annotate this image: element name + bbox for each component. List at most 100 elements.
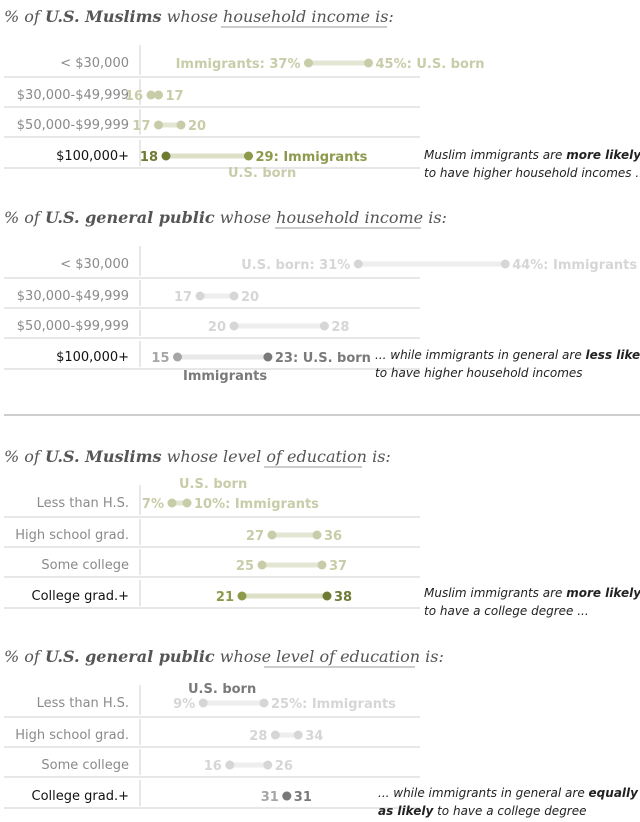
value-label: 16 (125, 89, 143, 104)
panel-3: % of U.S. Muslims whose level of educati… (4, 447, 640, 618)
dot-immigrants (229, 291, 239, 301)
annotation-emphasis: equally (589, 786, 640, 800)
annotation: to have higher household incomes ... (424, 166, 640, 180)
panel-title: % of U.S. general public whose level of … (4, 647, 444, 666)
value-label: 7% (142, 497, 164, 512)
title-part: household income (276, 208, 423, 227)
dot-u-s-born (364, 58, 373, 68)
title-part: is: (370, 7, 394, 26)
title-part: whose (162, 447, 223, 466)
title-part: U.S. general public (45, 208, 215, 227)
title-part: whose (162, 7, 223, 26)
value-label: 38 (334, 590, 352, 605)
category-label: < $30,000 (60, 257, 129, 272)
value-label: 17 (132, 119, 150, 134)
dot-immigrants (259, 698, 269, 708)
value-label: Immigrants: 37% (176, 57, 301, 72)
dot-u-s-born (270, 730, 280, 740)
dot-immigrants (317, 560, 327, 570)
dot-immigrants (282, 791, 292, 801)
dot-u-s-born (229, 321, 239, 331)
annotation: to have higher household incomes (375, 366, 583, 380)
value-label: 45%: U.S. born (376, 57, 485, 72)
annotation: ... while immigrants in general are less… (375, 348, 640, 362)
dot-immigrants (182, 498, 192, 508)
value-label: 31 (294, 790, 312, 805)
dot-immigrants (173, 352, 182, 362)
panel-1: % of U.S. Muslims whose household income… (4, 7, 640, 181)
dot-immigrants (319, 321, 329, 331)
dot-u-s-born (161, 151, 171, 161)
annotation: Muslim immigrants are more likely (424, 586, 640, 600)
category-label: College grad.+ (32, 589, 129, 604)
title-part: is: (420, 647, 444, 666)
category-label: Less than H.S. (37, 496, 129, 511)
value-label: 34 (305, 729, 323, 744)
dot-u-s-born (198, 698, 208, 708)
annotation-emphasis: as likely (378, 804, 434, 818)
title-part: whose (215, 208, 276, 227)
title-part: household income (223, 7, 370, 26)
annotation-emphasis: more likely (566, 586, 640, 600)
title-part: U.S. general public (45, 647, 215, 666)
value-label: 23: U.S. born (275, 351, 371, 366)
category-label: < $30,000 (60, 56, 129, 71)
dot-u-s-born (237, 591, 247, 601)
category-label: $100,000+ (56, 350, 129, 365)
panel-title: % of U.S. general public whose household… (4, 208, 447, 227)
category-label: $100,000+ (56, 149, 129, 164)
annotation: ... while immigrants in general are equa… (378, 786, 639, 800)
panel-4: % of U.S. general public whose level of … (4, 647, 639, 818)
dot-u-s-born (225, 760, 235, 770)
annotation: to have a college degree ... (424, 604, 589, 618)
dot-u-s-born (267, 530, 277, 540)
dot-u-s-born (167, 498, 177, 508)
title-part: % of (4, 447, 45, 466)
value-label: 17 (166, 89, 184, 104)
dot-u-s-born (257, 560, 267, 570)
title-part: % of (4, 208, 45, 227)
dot-immigrants (293, 730, 303, 740)
annotation: Muslim immigrants are more likely (424, 148, 640, 162)
annotation-part: ... while immigrants in general are (375, 348, 586, 362)
panel-2: % of U.S. general public whose household… (4, 208, 640, 384)
value-label: 29: Immigrants (256, 150, 368, 165)
value-label: 16 (204, 759, 222, 774)
value-label: 31 (261, 790, 279, 805)
dot-plot-figure: % of U.S. Muslims whose household income… (4, 7, 640, 818)
series-callout: U.S. born (179, 477, 247, 492)
annotation-emphasis: more likely (566, 148, 640, 162)
dot-u-s-born (263, 352, 273, 362)
value-label: U.S. born: 31% (241, 258, 350, 273)
value-label: 27 (246, 529, 264, 544)
category-label: $50,000-$99,999 (17, 319, 129, 334)
value-label: 18 (140, 150, 158, 165)
panel-title: % of U.S. Muslims whose household income… (4, 7, 394, 26)
dot-immigrants (263, 760, 273, 770)
series-callout: Immigrants (183, 369, 267, 384)
category-label: Some college (41, 558, 129, 573)
annotation-part: to have a college degree (433, 804, 586, 818)
value-label: 20 (188, 119, 206, 134)
title-part: % of (4, 647, 45, 666)
value-label: 21 (216, 590, 234, 605)
value-label: 17 (174, 290, 192, 305)
category-label: High school grad. (15, 728, 129, 743)
value-label: 44%: Immigrants (512, 258, 637, 273)
dot-u-s-born (154, 90, 163, 100)
category-label: Some college (41, 758, 129, 773)
title-part: U.S. Muslims (45, 7, 162, 26)
annotation: as likely to have a college degree (378, 804, 587, 818)
value-label: 28 (331, 320, 349, 335)
panel-title: % of U.S. Muslims whose level of educati… (4, 447, 391, 466)
title-part: whose (215, 647, 276, 666)
title-part: level of education (223, 447, 367, 466)
dot-u-s-born (195, 291, 205, 301)
value-label: 36 (324, 529, 342, 544)
category-label: High school grad. (15, 528, 129, 543)
dot-immigrants (304, 58, 313, 68)
value-label: 10%: Immigrants (194, 497, 319, 512)
dot-immigrants (312, 530, 322, 540)
value-label: 28 (249, 729, 267, 744)
category-label: $50,000-$99,999 (17, 118, 129, 133)
